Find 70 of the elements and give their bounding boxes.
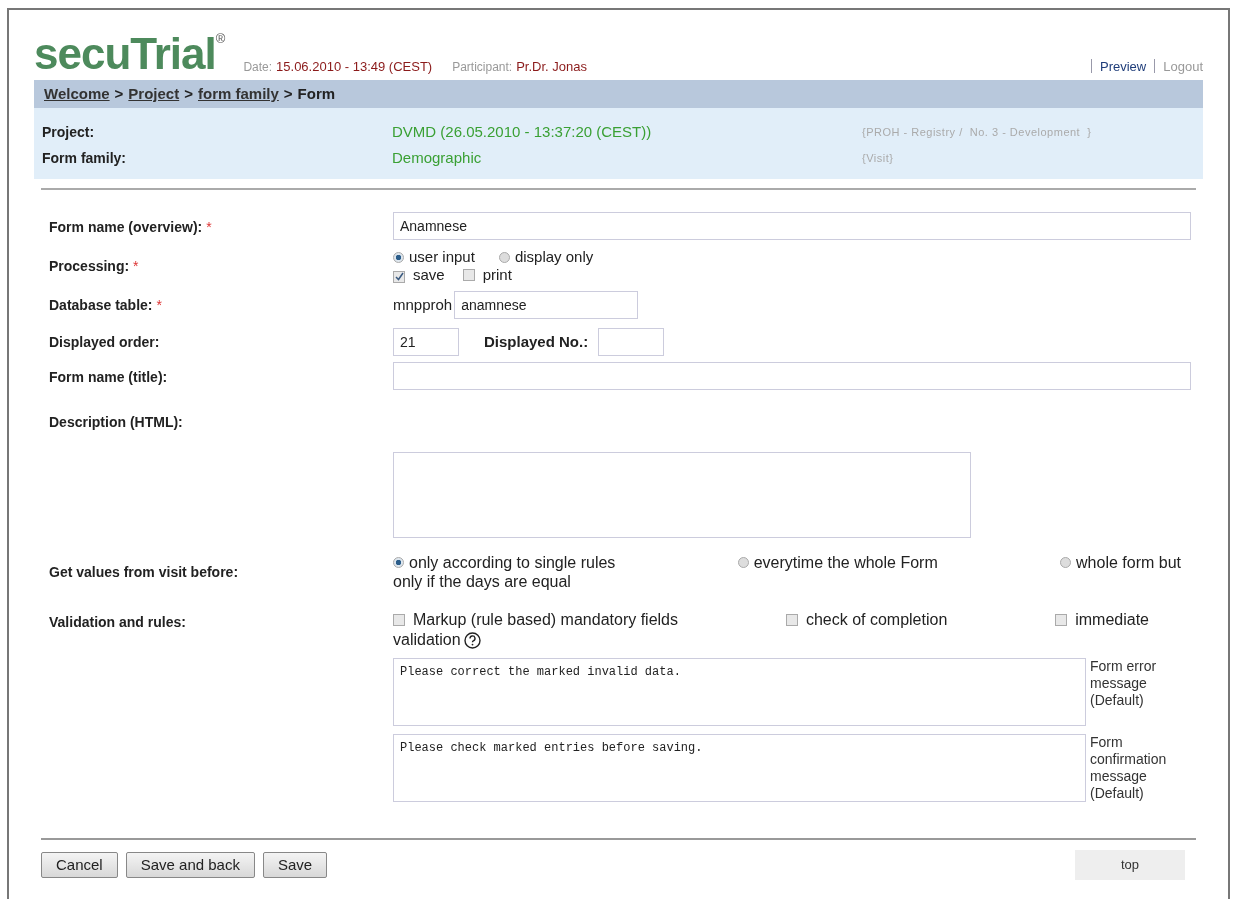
text-area[interactable]: Please correct the marked invalid data. [393,658,1086,726]
field-label: Processing: [49,257,130,274]
form-button[interactable]: Save and back [125,852,255,878]
field-label: Database table: [49,296,153,313]
checkbox[interactable] [462,269,475,281]
radio-label: whole form but [1076,553,1181,572]
participant-label: Participant: [452,59,513,76]
required-asterisk: * [133,257,139,274]
radio-label: everytime the whole Form [753,553,938,572]
info-label: Form family: [42,148,127,168]
checkbox[interactable] [393,614,405,626]
checkbox-label-continuation: validation [393,630,461,650]
radio-button[interactable] [498,252,510,263]
radio-button[interactable] [393,557,404,568]
input-field[interactable]: 21 [393,328,459,356]
radio-label: user input [409,248,475,265]
field-label: Form name (title): [49,369,168,385]
info-value: Demographic [392,147,483,168]
input-field[interactable] [393,362,1191,390]
participant-name: Pr.Dr. Jonas [516,57,587,76]
radio-label: only according to single rules [409,553,616,572]
radio-button[interactable] [737,557,749,568]
breadcrumb-link[interactable]: form family [198,82,279,106]
field-label: Description (HTML): [49,414,183,430]
table-prefix: mnpproh [393,294,453,315]
field-label: Validation and rules: [49,614,186,630]
date-text: 15.06.2010 - 13:49 (CEST) [276,57,433,76]
checkbox-label: check of completion [805,610,948,630]
field-label: Get values from visit before: [49,563,239,580]
checkbox-label: save [413,266,445,283]
checkbox[interactable] [785,614,798,626]
preview-link[interactable]: Preview [1100,56,1147,76]
info-note: {PROH - Registry / No. 3 - Development } [862,124,1092,140]
breadcrumb-separator: > [283,83,293,104]
help-icon[interactable] [463,631,481,649]
breadcrumb-separator: > [184,83,193,104]
form-button[interactable]: Save [262,852,328,878]
checkbox-label: immediate [1075,610,1149,630]
input-field[interactable]: Anamnese [393,212,1191,240]
top-link[interactable]: top [1075,850,1185,880]
checkbox-label: Markup (rule based) mandatory fields [413,610,678,630]
required-asterisk: * [156,296,162,313]
form-button[interactable]: Cancel [41,852,118,878]
breadcrumb-current: Form [297,83,336,104]
field-label: Displayed order: [49,333,160,350]
radio-button[interactable] [1060,557,1072,568]
required-asterisk: * [206,219,212,235]
text-area[interactable]: Please check marked entries before saving. [393,734,1086,802]
info-label: Project: [42,122,96,142]
logo: secuTrial [34,32,216,76]
field-label: Displayed No.: [484,331,589,352]
breadcrumb-link[interactable]: Project [128,82,180,106]
radio-label-continuation: only if the days are equal [393,572,572,591]
checkbox-label: print [482,266,512,283]
message-caption: Form error message (Default) [1090,658,1158,710]
input-field[interactable] [598,328,665,356]
checkbox[interactable] [1055,614,1068,626]
registered-mark: ® [215,32,226,45]
radio-button[interactable] [393,252,404,263]
input-field[interactable]: anamnese [454,291,639,319]
breadcrumb-separator: > [114,83,124,104]
field-label: Form name (overview): [49,219,203,235]
radio-label: display only [514,248,594,265]
text-area[interactable] [393,452,971,538]
message-caption: Form confirmation message (Default) [1090,734,1168,802]
info-value: DVMD (26.05.2010 - 13:37:20 (CEST)) [392,121,653,142]
breadcrumb-link[interactable]: Welcome [44,82,110,106]
info-note: {Visit} [862,150,894,166]
date-label: Date: [243,59,273,76]
checkbox[interactable] [393,270,405,283]
